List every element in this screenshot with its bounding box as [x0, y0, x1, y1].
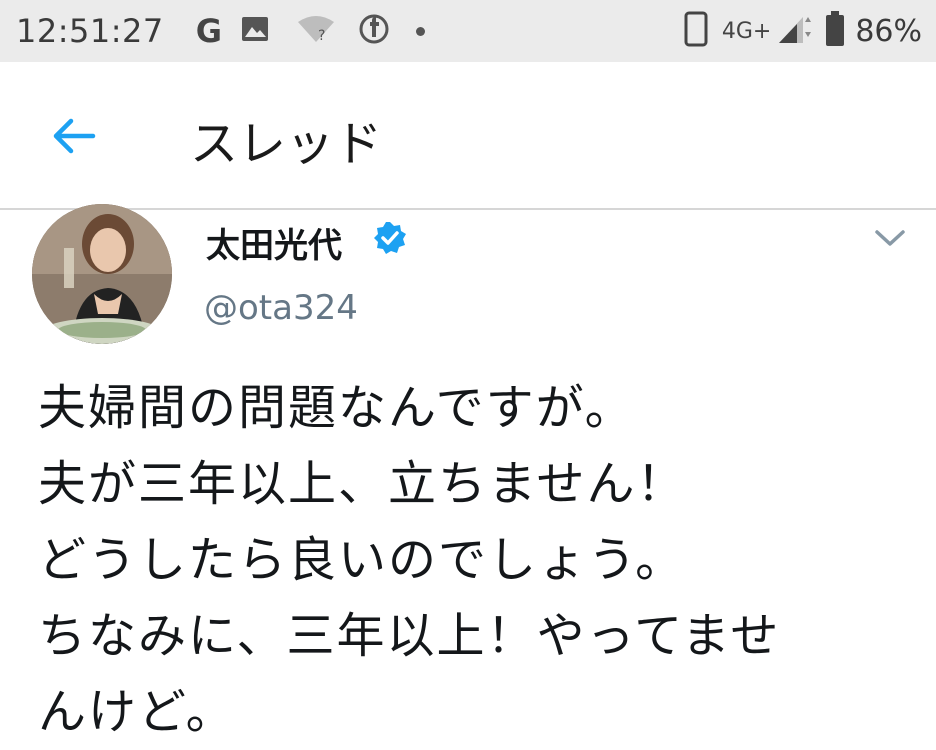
- author-handle[interactable]: @ota324: [204, 288, 358, 328]
- author-name[interactable]: 太田光代: [206, 218, 342, 267]
- svg-text:?: ?: [318, 28, 325, 44]
- back-arrow-icon: [53, 118, 96, 154]
- page-title: スレッド: [190, 116, 383, 172]
- avatar[interactable]: [32, 204, 172, 344]
- back-button[interactable]: [42, 106, 106, 166]
- signal-icon: [775, 13, 815, 49]
- tweet-line: 夫婦間の問題なんですが。: [38, 380, 635, 436]
- wifi-unknown-icon: ?: [296, 14, 336, 48]
- status-bar: 12:51:27 G ? 4G+ 86%: [0, 0, 936, 62]
- phone-icon: [684, 11, 708, 51]
- verified-badge-icon: [374, 222, 406, 254]
- tweet-line: んけど。: [38, 684, 236, 740]
- tweet-line: ちなみに、三年以上！やってませ: [38, 608, 781, 664]
- tweet-menu-button[interactable]: [872, 222, 908, 252]
- network-type: 4G+: [721, 18, 772, 44]
- facebook-icon: [358, 13, 390, 49]
- image-icon: [240, 14, 270, 48]
- notification-dot-icon: [415, 26, 425, 36]
- app-bar: スレッド: [0, 62, 936, 210]
- chevron-down-icon: [875, 230, 905, 246]
- status-bar-left: 12:51:27 G ?: [16, 0, 425, 62]
- tweet-text: 夫婦間の問題なんですが。 夫が三年以上、立ちません！ どうしたら良いのでしょう。…: [38, 370, 918, 750]
- tweet-line: 夫が三年以上、立ちません！: [38, 456, 687, 512]
- status-bar-right: 4G+ 86%: [666, 0, 922, 62]
- tweet-line: どうしたら良いのでしょう。: [38, 532, 686, 588]
- battery-icon: [825, 11, 845, 51]
- google-icon: G: [195, 12, 222, 50]
- tweet: 太田光代 @ota324 夫婦間の問題なんですが。 夫が三年以上、立ちません！ …: [0, 204, 936, 740]
- battery-percent: 86%: [855, 13, 922, 49]
- status-time: 12:51:27: [16, 12, 164, 50]
